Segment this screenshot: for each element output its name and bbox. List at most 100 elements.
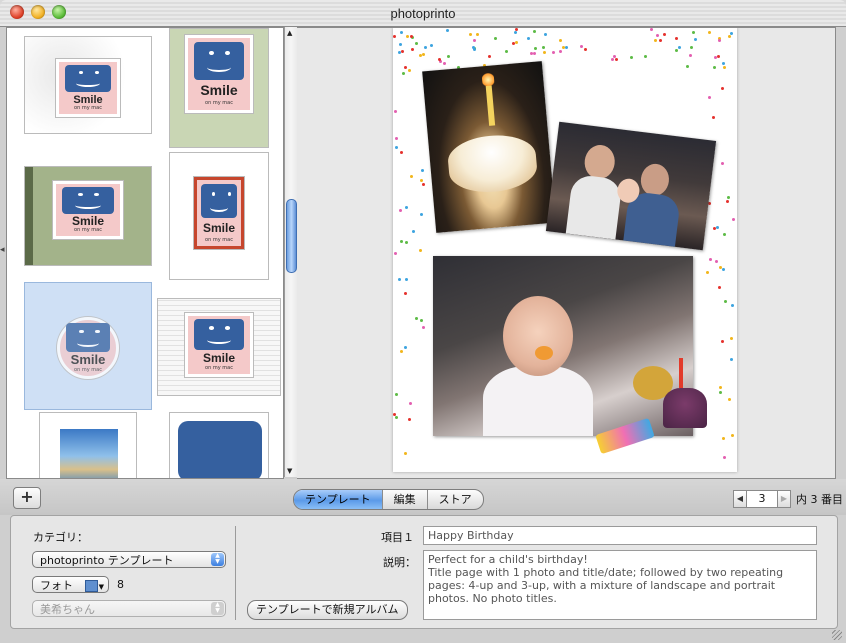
confetti-dot xyxy=(717,286,721,290)
confetti-dot xyxy=(400,240,404,244)
mode-segmented-control[interactable]: テンプレート 編集 ストア xyxy=(293,489,484,510)
confetti-dot xyxy=(394,137,398,141)
item-label: 項目１ xyxy=(381,531,414,544)
confetti-dot xyxy=(559,39,563,43)
template-thumb-8[interactable] xyxy=(169,412,269,478)
resize-grip-icon[interactable] xyxy=(832,630,842,640)
template-thumb-1[interactable]: Smile on my mac xyxy=(24,36,152,134)
confetti-dot xyxy=(393,109,397,113)
confetti-dot xyxy=(583,47,587,51)
template-list-scrollbar[interactable]: ▲ ▼ xyxy=(284,27,297,477)
page-navigator: ◀ 3 ▶ 内 3 番目 xyxy=(733,490,843,508)
template-thumb-subtext: on my mac xyxy=(74,105,102,112)
category-popup[interactable]: photoprinto テンプレート ▲ ▼ xyxy=(32,551,226,568)
template-thumb-6[interactable]: Smile on my mac xyxy=(157,298,281,396)
confetti-dot xyxy=(420,319,424,323)
person-popup[interactable]: 美希ちゃん ▲ ▼ xyxy=(32,600,226,617)
cupcake-icon xyxy=(663,388,707,428)
tab-edit[interactable]: 編集 xyxy=(383,490,428,509)
confetti-dot xyxy=(731,304,735,308)
photo-type-popup[interactable]: フォト ▼ xyxy=(32,576,109,593)
confetti-dot xyxy=(407,68,411,72)
confetti-dot xyxy=(402,71,406,75)
confetti-dot xyxy=(526,36,530,40)
confetti-dot xyxy=(419,54,423,58)
panel-divider xyxy=(235,526,236,620)
confetti-dot xyxy=(419,248,423,252)
confetti-dot xyxy=(415,317,419,321)
confetti-dot xyxy=(399,209,403,213)
pane-collapse-icon[interactable]: ◂ xyxy=(0,245,5,255)
confetti-dot xyxy=(716,54,720,58)
confetti-dot xyxy=(393,34,397,38)
tab-store[interactable]: ストア xyxy=(428,490,483,509)
next-page-button[interactable]: ▶ xyxy=(777,490,791,508)
description-field[interactable]: Perfect for a child's birthday! Title pa… xyxy=(423,550,817,620)
template-thumb-text: Smile xyxy=(202,350,235,365)
template-thumb-2[interactable]: Smile on my mac xyxy=(169,28,269,148)
add-button[interactable]: + xyxy=(13,487,41,509)
confetti-dot xyxy=(419,179,423,183)
confetti-dot xyxy=(430,44,434,48)
chevron-down-icon: ▼ xyxy=(98,583,104,591)
confetti-dot xyxy=(610,57,614,61)
template-thumb-subtext: on my mac xyxy=(205,100,233,107)
confetti-dot xyxy=(689,46,693,50)
window-title: photoprinto xyxy=(390,6,456,21)
scroll-up-icon[interactable]: ▲ xyxy=(287,29,292,37)
confetti-dot xyxy=(726,200,730,204)
template-thumb-4[interactable]: Smile on my mac xyxy=(169,152,269,280)
confetti-dot xyxy=(643,55,647,59)
app-window: photoprinto Smile on my mac Smile on my … xyxy=(0,0,846,643)
confetti-dot xyxy=(675,37,679,41)
candle-icon xyxy=(679,358,683,388)
template-list[interactable]: Smile on my mac Smile on my mac Smile on… xyxy=(6,27,284,479)
template-thumb-7[interactable] xyxy=(39,412,137,478)
template-thumb-text: Smile xyxy=(71,213,104,228)
category-label: カテゴリ： xyxy=(33,531,88,544)
previous-page-button[interactable]: ◀ xyxy=(733,490,747,508)
confetti-dot xyxy=(727,196,731,200)
page-preview xyxy=(297,27,836,479)
confetti-dot xyxy=(393,252,397,256)
confetti-dot xyxy=(720,162,724,166)
smile-logo-picture xyxy=(178,421,262,478)
confetti-dot xyxy=(399,350,403,354)
template-thumb-3[interactable]: Smile on my mac xyxy=(24,166,152,266)
confetti-dot xyxy=(398,43,402,47)
confetti-dot xyxy=(404,66,408,70)
confetti-dot xyxy=(404,345,408,349)
item-title-field[interactable]: Happy Birthday xyxy=(423,526,817,545)
tab-template[interactable]: テンプレート xyxy=(294,490,383,509)
template-thumb-5-selected[interactable]: Smile on my mac xyxy=(24,282,152,410)
confetti-dot xyxy=(395,415,399,419)
confetti-dot xyxy=(411,229,415,233)
title-bar[interactable]: photoprinto xyxy=(0,0,846,27)
confetti-dot xyxy=(445,28,449,32)
scrollbar-thumb[interactable] xyxy=(286,199,297,273)
confetti-dot xyxy=(420,169,424,173)
confetti-dot xyxy=(400,31,404,35)
confetti-dot xyxy=(552,51,556,55)
scroll-down-icon[interactable]: ▼ xyxy=(287,467,292,475)
confetti-dot xyxy=(473,38,477,42)
page-number-field[interactable]: 3 xyxy=(747,490,777,508)
confetti-dot xyxy=(515,28,519,32)
confetti-dot xyxy=(708,95,712,99)
confetti-dot xyxy=(714,259,718,263)
template-thumb-text: Smile xyxy=(73,93,103,106)
confetti-dot xyxy=(691,31,695,35)
confetti-dot xyxy=(505,49,509,53)
confetti-dot xyxy=(713,226,717,230)
confetti-dot xyxy=(437,57,441,61)
photo-count: 8 xyxy=(117,578,124,591)
template-thumb-text: Smile xyxy=(202,221,235,236)
confetti-dot xyxy=(658,39,662,43)
confetti-dot xyxy=(407,417,411,421)
photo-type-popup-value: フォト xyxy=(40,579,73,592)
confetti-dot xyxy=(542,46,546,50)
confetti-dot xyxy=(409,402,413,406)
confetti-dot xyxy=(730,433,734,437)
confetti-dot xyxy=(709,257,713,261)
new-album-from-template-button[interactable]: テンプレートで新規アルバム xyxy=(247,600,408,620)
